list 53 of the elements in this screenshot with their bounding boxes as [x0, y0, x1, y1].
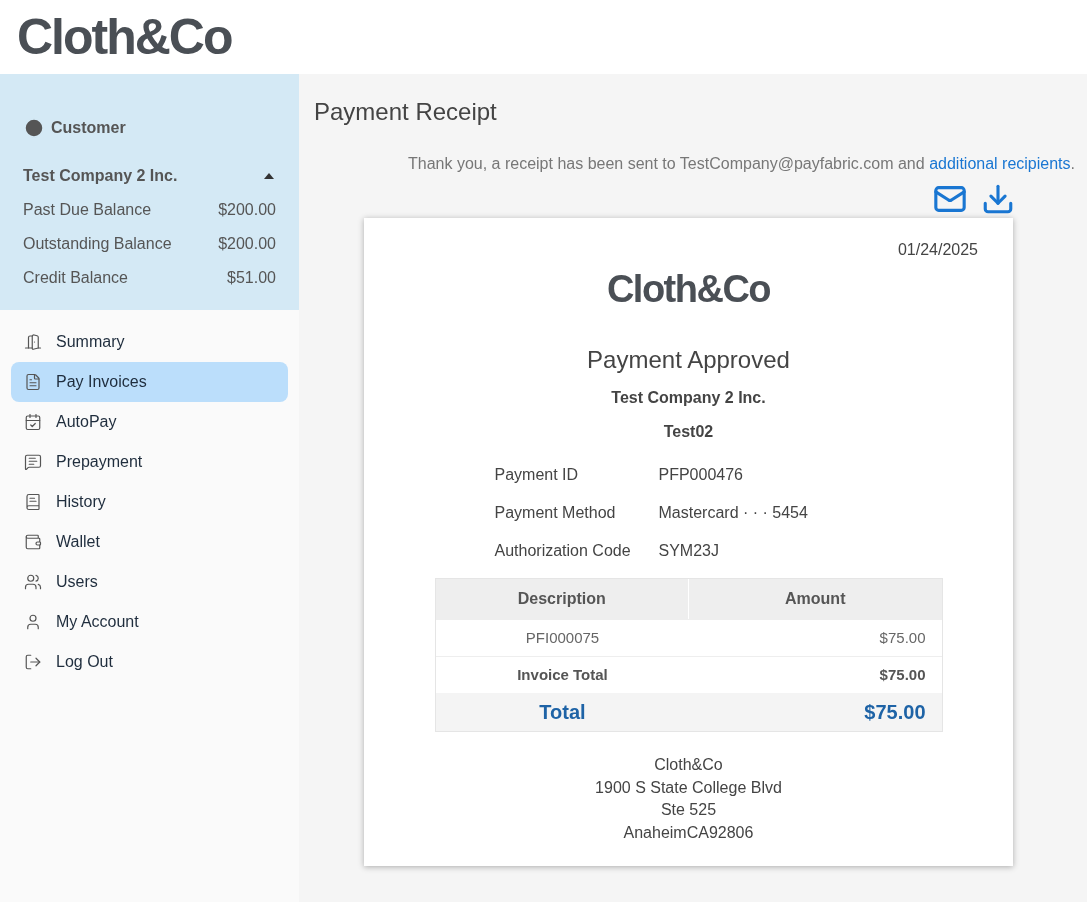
users-icon	[24, 573, 42, 591]
table-cell-text: $75.00	[878, 627, 927, 648]
nav-item[interactable]: Users	[11, 562, 288, 602]
detail-value: PFP000476	[658, 465, 743, 485]
document-icon	[24, 373, 42, 391]
column-header: Description	[516, 589, 607, 609]
receipt-customer-id: Test02	[663, 422, 714, 442]
brand-logo: Cloth&Co	[17, 12, 232, 62]
download-button[interactable]	[981, 182, 1015, 216]
customer-heading: Customer	[51, 118, 126, 138]
detail-value: SYM23J	[658, 541, 719, 561]
balance-label: Past Due Balance	[23, 200, 152, 220]
nav-item[interactable]: AutoPay	[11, 402, 288, 442]
table-cell-text: Total	[538, 700, 587, 725]
receipt-company: Test Company 2 Inc.	[611, 388, 766, 408]
table-cell-text: PFI000075	[524, 627, 601, 648]
company-name: Test Company 2 Inc.	[23, 166, 178, 186]
nav-item[interactable]: Summary	[11, 322, 288, 362]
calendar-check-icon	[24, 413, 42, 431]
logout-icon	[24, 653, 42, 671]
balance-value: $51.00	[227, 268, 276, 288]
balance-label: Outstanding Balance	[23, 234, 172, 254]
page-title: Payment Receipt	[314, 97, 498, 127]
receipt-notice: Thank you, a receipt has been sent to TestCompany@payfabric.com and additional recipients.	[407, 154, 1075, 174]
wallet-icon	[24, 533, 42, 551]
address-line: 1900 S State College Blvd	[595, 777, 782, 798]
book-icon	[24, 493, 42, 511]
balance-value: $200.00	[218, 234, 276, 254]
nav-item[interactable]: Wallet	[11, 522, 288, 562]
payment-status: Payment Approved	[587, 345, 790, 375]
detail-label: Payment Method	[493, 503, 617, 523]
detail-value: Mastercard · · · 5454	[658, 503, 808, 523]
address-line: Ste 525	[660, 800, 717, 820]
table-cell-text: $75.00	[863, 700, 927, 725]
table-cell-text: $75.00	[878, 664, 927, 685]
address-line: AnaheimCA92806	[623, 822, 754, 843]
address-line: Cloth&Co	[654, 755, 723, 775]
door-icon	[24, 333, 42, 351]
table-cell-text: Invoice Total	[516, 664, 609, 685]
balance-value: $200.00	[218, 200, 276, 220]
column-header: Amount	[688, 579, 942, 619]
receipt-logo: Cloth&Co	[606, 270, 771, 308]
nav-item[interactable]: Log Out	[11, 642, 288, 682]
balance-label: Credit Balance	[23, 268, 128, 288]
detail-label: Authorization Code	[493, 541, 632, 561]
nav-item[interactable]: Prepayment	[11, 442, 288, 482]
nav-item[interactable]: My Account	[11, 602, 288, 642]
recipients-link[interactable]: additional recipients	[929, 155, 1071, 172]
detail-label: Payment ID	[493, 465, 580, 485]
receipt-date: 01/24/2025	[897, 241, 978, 258]
nav-item[interactable]: Pay Invoices	[11, 362, 288, 402]
nav-item[interactable]: History	[11, 482, 288, 522]
user-icon	[24, 613, 42, 631]
